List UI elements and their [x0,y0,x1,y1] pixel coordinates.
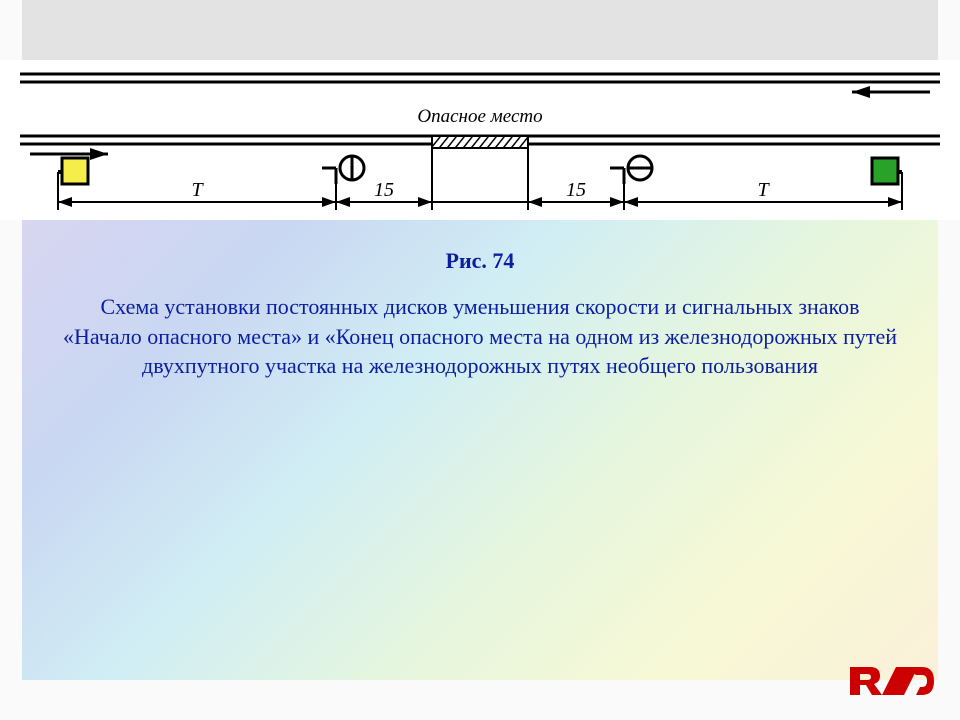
danger-zone [428,132,532,152]
dim-label-T-right: Т [757,179,770,201]
header-bar [22,0,938,60]
rzd-logo [848,664,934,698]
figure-title: Рис. 74 [62,248,898,274]
arrowhead-icon [90,148,108,160]
green-disc-sign [872,158,902,184]
arrowhead-icon [852,86,870,98]
slide: Опасное место [0,0,960,720]
danger-zone-label: Опасное место [417,106,542,127]
dim-label-15-left: 15 [374,179,394,201]
end-danger-sign [610,156,652,184]
dim-label-15-right: 15 [566,179,586,201]
figure-caption: Схема установки постоянных дисков уменьш… [62,292,898,381]
caption-panel: Рис. 74 Схема установки постоянных диско… [22,220,938,680]
dimension-line [58,197,902,207]
yellow-disc-sign [58,158,88,184]
track-diagram: Опасное место [0,60,960,220]
dimension-grid [58,146,902,210]
start-danger-sign [322,156,364,184]
dim-label-T-left: Т [191,179,204,201]
